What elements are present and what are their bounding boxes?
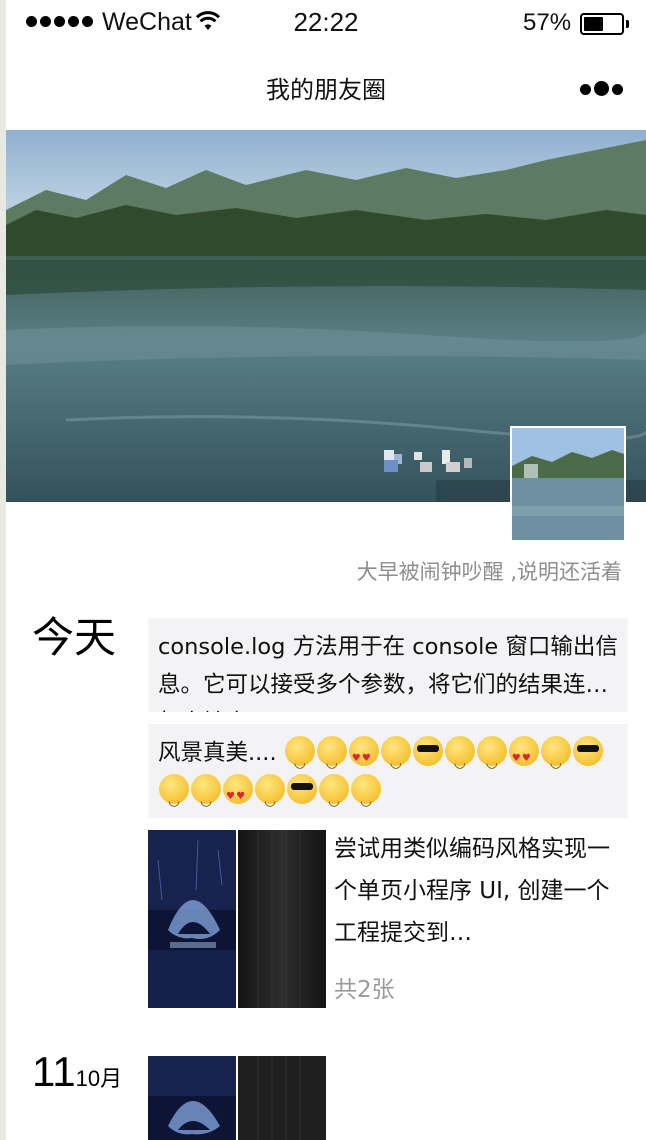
smile-emoji-icon <box>284 736 315 782</box>
date-day: 11 <box>32 1048 76 1095</box>
dizzy-emoji-icon <box>476 736 507 782</box>
post-image-dark-2[interactable] <box>238 1056 326 1140</box>
heart-emoji-icon <box>223 774 253 816</box>
more-options-button[interactable] <box>580 81 624 99</box>
confused-emoji-icon <box>540 736 571 782</box>
post-text-console[interactable]: console.log 方法用于在 console 窗口输出信息。它可以接受多个… <box>148 618 628 712</box>
cool-emoji-icon <box>412 736 443 766</box>
date-month: 10月 <box>75 1066 123 1091</box>
cool-emoji-icon <box>287 774 317 804</box>
user-signature: 大早被闹钟吵醒 ,说明还活着 <box>356 560 622 584</box>
smile-emoji-icon <box>159 774 189 818</box>
confused-emoji-icon <box>380 736 411 782</box>
battery-percent: 57% <box>523 9 572 36</box>
date-label-oct-11: 1110月 <box>32 1048 122 1096</box>
heart-emoji-icon <box>348 736 379 778</box>
user-avatar[interactable] <box>510 426 626 542</box>
cool-emoji-icon <box>572 736 603 766</box>
nickname-pixelated <box>384 450 472 472</box>
nav-bar: 我的朋友圈 <box>6 44 646 130</box>
post-text-scenery[interactable]: 风景真美.... <box>148 724 628 818</box>
moments-screen: WeChat 22:22 57% 我的朋友圈 大早被闹钟吵醒 ,说明还活着 今天… <box>6 0 646 1140</box>
post-text-mini-program[interactable]: 尝试用类似编码风格实现一个单页小程序 UI, 创建一个工程提交到… <box>334 828 624 954</box>
image-count: 共2张 <box>334 977 395 1003</box>
post-image-dark[interactable] <box>238 830 326 1008</box>
post-image-whale-2[interactable] <box>148 1056 236 1140</box>
post-image-whale[interactable] <box>148 830 236 1008</box>
smile-emoji-icon <box>319 774 349 818</box>
confused-emoji-icon <box>255 774 285 818</box>
status-bar: WeChat 22:22 57% <box>6 0 646 44</box>
date-label-today: 今天 <box>32 614 117 661</box>
dizzy-emoji-icon <box>351 774 381 818</box>
page-title: 我的朋友圈 <box>266 76 386 104</box>
dizzy-emoji-icon <box>316 736 347 782</box>
post-text-scenery-label: 风景真美.... <box>158 740 277 766</box>
battery-icon <box>580 13 629 35</box>
dizzy-emoji-icon <box>191 774 221 818</box>
heart-emoji-icon <box>508 736 539 778</box>
smile-emoji-icon <box>444 736 475 782</box>
